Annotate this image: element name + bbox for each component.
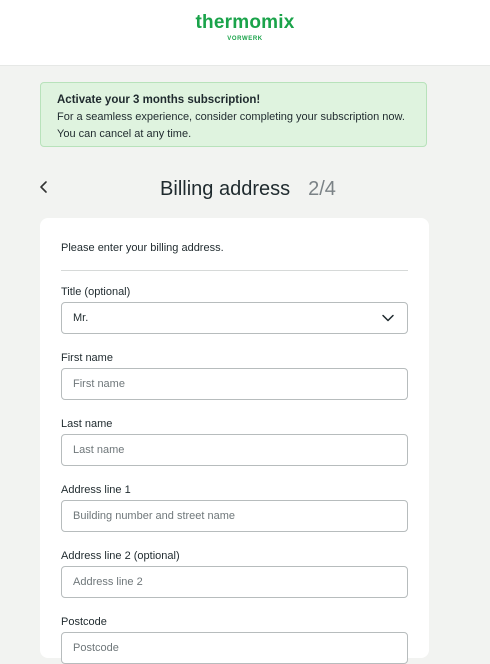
step-indicator: 2/4 [308, 178, 336, 200]
address-line-1-input[interactable] [61, 500, 408, 532]
address-line-2-label: Address line 2 (optional) [61, 550, 180, 562]
postcode-label: Postcode [61, 616, 107, 628]
page-heading: Billing address 2/4 [0, 176, 490, 202]
logo-subbrand: VORWERK [227, 36, 263, 42]
thermomix-logo[interactable]: thermomix VORWERK [0, 12, 490, 43]
subscription-banner: Activate your 3 months subscription! For… [40, 82, 427, 147]
chevron-down-icon [382, 314, 394, 322]
first-name-label: First name [61, 352, 113, 364]
banner-text-line-1: For a seamless experience, consider comp… [57, 111, 405, 123]
title-select[interactable]: Mr. [61, 302, 408, 334]
banner-title: Activate your 3 months subscription! [57, 94, 261, 106]
title-label: Title (optional) [61, 286, 131, 298]
page-title: Billing address [160, 178, 291, 200]
address-line-1-label: Address line 1 [61, 484, 131, 496]
divider [61, 270, 408, 271]
postcode-field: Postcode [61, 615, 408, 664]
title-select-value: Mr. [73, 312, 89, 324]
address-line-2-field: Address line 2 (optional) [61, 549, 408, 598]
form-intro: Please enter your billing address. [61, 242, 224, 254]
top-bar: thermomix VORWERK [0, 0, 490, 66]
first-name-field: First name [61, 351, 408, 400]
address-line-2-input[interactable] [61, 566, 408, 598]
title-field: Title (optional) Mr. [61, 285, 408, 334]
banner-text-line-2: You can cancel at any time. [57, 128, 192, 140]
last-name-input[interactable] [61, 434, 408, 466]
billing-form-card: Please enter your billing address. Title… [40, 218, 429, 664]
address-line-1-field: Address line 1 [61, 483, 408, 532]
first-name-input[interactable] [61, 368, 408, 400]
last-name-field: Last name [61, 417, 408, 466]
last-name-label: Last name [61, 418, 113, 430]
postcode-input[interactable] [61, 632, 408, 664]
logo-wordmark: thermomix [195, 12, 295, 33]
